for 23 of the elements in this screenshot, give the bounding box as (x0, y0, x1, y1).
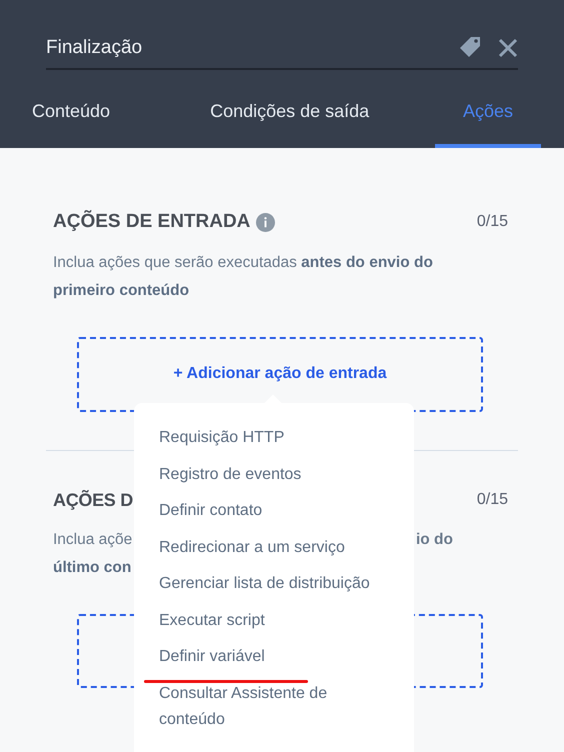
menu-item[interactable]: Definir contato (159, 498, 389, 524)
menu-item[interactable]: Gerenciar lista de distribuição (159, 571, 389, 597)
section-title: AÇÕES DE ENTRADA (53, 209, 250, 234)
menu-item[interactable]: Definir variável (159, 644, 389, 670)
description-fragment: Inclua açõe (53, 530, 132, 550)
header-title: Finalização (46, 36, 142, 60)
tab[interactable]: Ações (435, 82, 541, 148)
close-icon[interactable] (498, 38, 518, 58)
menu-item[interactable]: Consultar Assistente de conteúdo (159, 680, 389, 732)
tab[interactable]: Condições de saída (210, 82, 370, 148)
menu-item[interactable]: Redirecionar a um serviço (159, 534, 389, 560)
menu-item[interactable]: Requisição HTTP (159, 425, 389, 451)
menu-item[interactable]: Registro de eventos (159, 462, 389, 488)
info-icon[interactable] (256, 212, 276, 232)
section-title: AÇÕES D (53, 488, 133, 512)
description-fragment: io do (416, 530, 453, 550)
tag-icon[interactable] (458, 36, 482, 60)
action-count: 0/15 (476, 490, 508, 510)
menu-item[interactable]: Executar script (159, 608, 389, 634)
tab[interactable]: Conteúdo (32, 82, 110, 148)
action-count: 0/15 (476, 212, 508, 232)
description-fragment: último con (53, 558, 132, 578)
section-description: Inclua ações que serão executadas antes do envio do primeiro conteúdo (53, 252, 434, 300)
